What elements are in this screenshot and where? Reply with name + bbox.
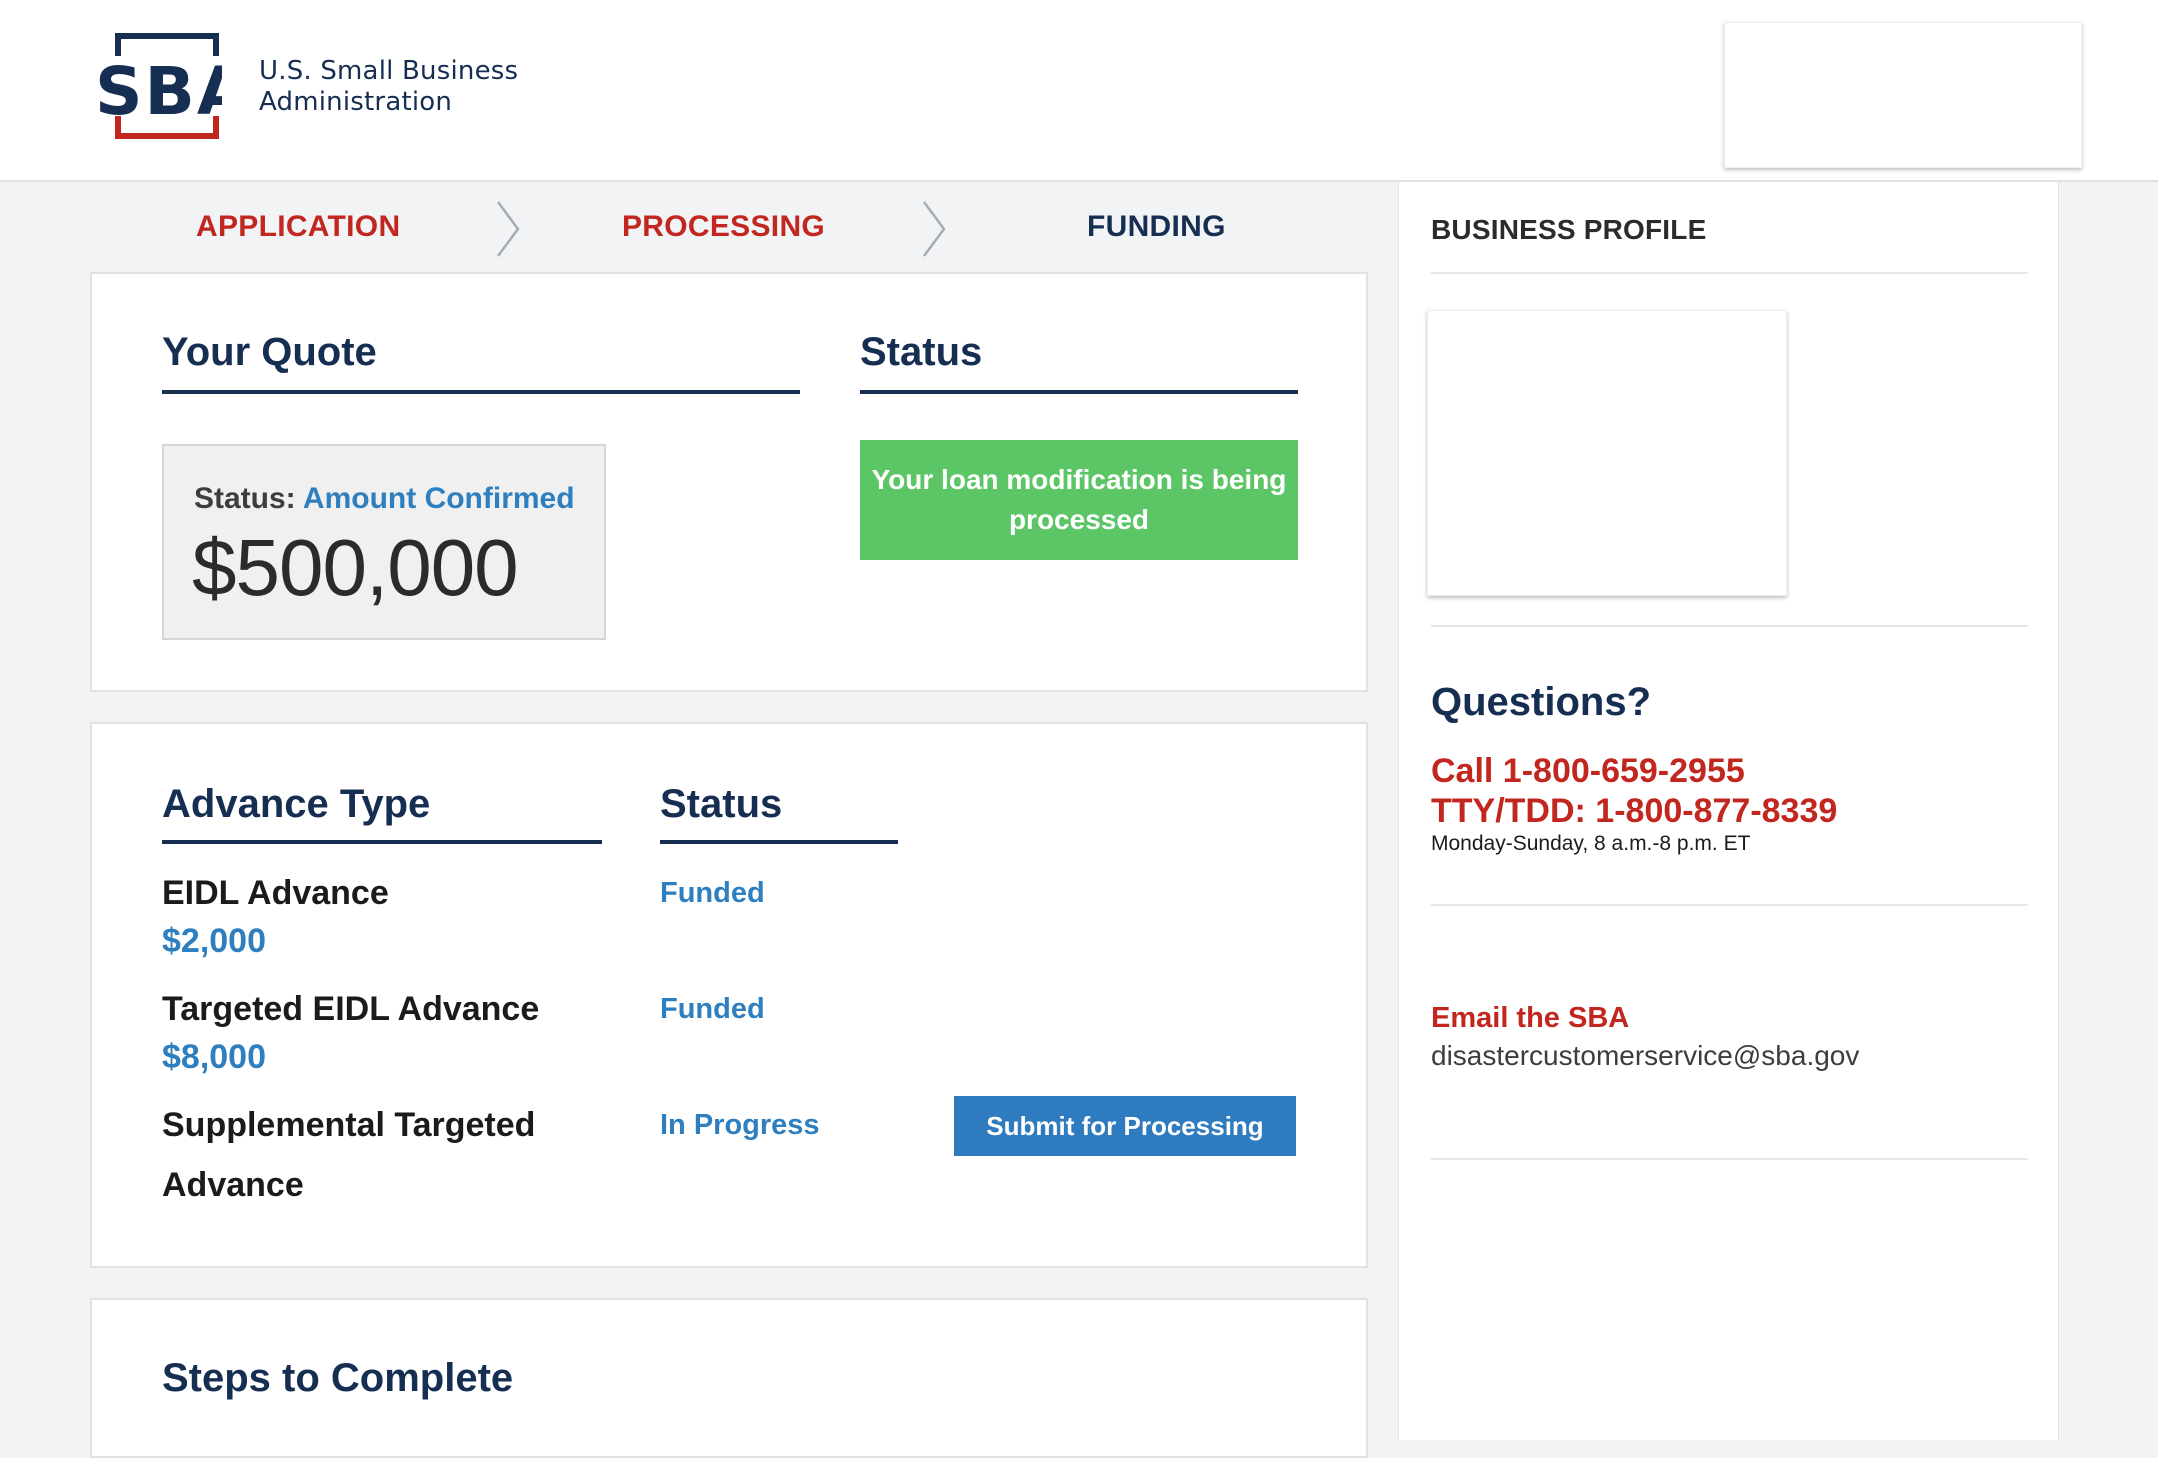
divider — [1431, 904, 2028, 906]
questions-heading: Questions? — [1431, 680, 1652, 724]
agency-wordmark: U.S. Small Business Administration — [259, 56, 519, 118]
quote-status-value: Amount Confirmed — [302, 482, 575, 515]
advance-status: Funded — [660, 993, 765, 1025]
submit-for-processing-button[interactable]: Submit for Processing — [954, 1096, 1296, 1156]
svg-text:SBA: SBA — [95, 53, 222, 130]
status-banner: Your loan modification is being processe… — [860, 440, 1298, 560]
heading-underline — [162, 840, 602, 844]
quote-status: Status: Amount Confirmed — [194, 482, 575, 516]
advance-status-heading: Status — [660, 782, 783, 826]
phone-number-link[interactable]: Call 1-800-659-2955 — [1431, 752, 1745, 791]
step-processing: PROCESSING — [622, 210, 826, 243]
business-profile-heading: BUSINESS PROFILE — [1431, 214, 1707, 245]
quote-status-card: Your Quote Status Status: Amount Confirm… — [90, 272, 1368, 692]
advance-name: EIDL Advance — [162, 874, 389, 912]
quote-amount-box: Status: Amount Confirmed $500,000 — [162, 444, 606, 640]
step-application: APPLICATION — [196, 210, 401, 243]
divider — [1431, 625, 2028, 627]
step-funding: FUNDING — [1087, 210, 1226, 243]
advance-amount: $2,000 — [162, 922, 266, 960]
advance-card: Advance Type Status EIDL Advance $2,000 … — [90, 722, 1368, 1268]
your-quote-heading: Your Quote — [162, 330, 377, 374]
status-heading: Status — [860, 330, 983, 374]
advance-name-continued: Advance — [162, 1166, 304, 1204]
support-hours: Monday-Sunday, 8 a.m.-8 p.m. ET — [1431, 832, 1751, 855]
email-address-link[interactable]: disastercustomerservice@sba.gov — [1431, 1040, 1859, 1072]
divider — [1431, 272, 2028, 274]
tty-number-link[interactable]: TTY/TDD: 1-800-877-8339 — [1431, 792, 1837, 831]
quote-status-label: Status: — [194, 482, 296, 515]
quote-amount: $500,000 — [192, 523, 519, 612]
divider — [1431, 1158, 2028, 1160]
sba-logo[interactable]: SBA — [92, 32, 248, 140]
header-account-card[interactable] — [1724, 22, 2082, 168]
advance-status: In Progress — [660, 1109, 820, 1141]
chevron-right-icon — [922, 201, 946, 257]
heading-underline — [162, 390, 800, 394]
email-heading: Email the SBA — [1431, 1002, 1630, 1034]
wordmark-line-2: Administration — [259, 87, 453, 117]
wordmark-line-1: U.S. Small Business — [259, 56, 519, 86]
heading-underline — [860, 390, 1298, 394]
right-sidebar: BUSINESS PROFILE Questions? Call 1-800-6… — [1398, 182, 2059, 1440]
advance-name: Targeted EIDL Advance — [162, 990, 540, 1028]
advance-type-heading: Advance Type — [162, 782, 431, 826]
steps-to-complete-heading: Steps to Complete — [162, 1356, 514, 1400]
steps-to-complete-card: Steps to Complete — [90, 1298, 1368, 1458]
heading-underline — [660, 840, 898, 844]
advance-name: Supplemental Targeted — [162, 1106, 536, 1144]
sba-logo-icon: SBA — [95, 33, 248, 139]
advance-amount: $8,000 — [162, 1038, 266, 1076]
business-profile-card[interactable] — [1427, 310, 1787, 596]
advance-status: Funded — [660, 877, 765, 909]
chevron-right-icon — [496, 201, 520, 257]
